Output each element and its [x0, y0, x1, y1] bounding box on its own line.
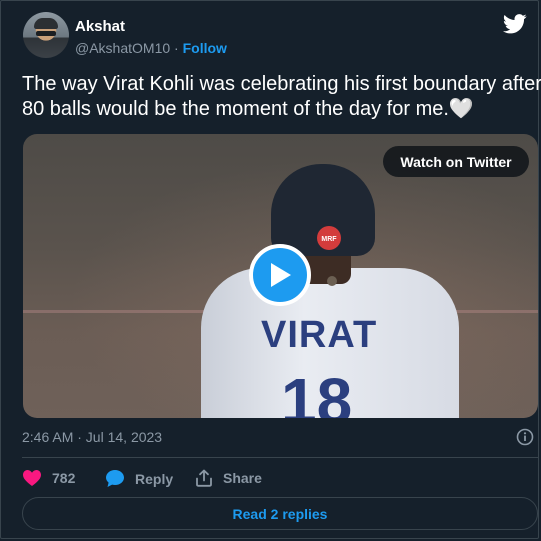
- read-replies-button[interactable]: Read 2 replies: [22, 497, 538, 530]
- tweet-text: The way Virat Kohli was celebrating his …: [22, 72, 541, 122]
- like-button[interactable]: 782: [22, 469, 75, 487]
- share-icon: [196, 469, 212, 487]
- tweet-timestamp[interactable]: 2:46 AM · Jul 14, 2023: [22, 429, 162, 445]
- share-button[interactable]: Share: [195, 469, 262, 487]
- author-handle-row: @AkshatOM10 · Follow: [75, 40, 227, 56]
- jersey-button: [327, 276, 337, 286]
- info-icon[interactable]: [516, 428, 534, 446]
- author-name[interactable]: Akshat: [75, 18, 125, 35]
- divider: [22, 457, 539, 458]
- tweet-actions: 782 Reply Share: [22, 469, 522, 489]
- tweet-text-line-2: 80 balls would be the moment of the day …: [22, 98, 474, 120]
- video-media[interactable]: MRF VIRAT 18 Watch on Twitter: [23, 134, 538, 418]
- tweet-card: Akshat @AkshatOM10 · Follow The way Vira…: [0, 0, 541, 539]
- reply-bubble-icon: [106, 470, 124, 487]
- watch-on-twitter-button[interactable]: Watch on Twitter: [383, 146, 529, 177]
- like-count: 782: [52, 470, 76, 486]
- tweet-header: Akshat @AkshatOM10 · Follow: [23, 12, 533, 60]
- reply-button[interactable]: Reply: [105, 469, 173, 488]
- jersey-number: 18: [281, 365, 353, 418]
- heart-icon: [23, 470, 41, 486]
- avatar-cap: [34, 18, 58, 29]
- follow-link[interactable]: Follow: [183, 40, 227, 56]
- reply-label: Reply: [135, 470, 174, 487]
- play-icon: [271, 263, 291, 287]
- player-figure: MRF VIRAT 18: [201, 164, 461, 418]
- avatar-sunglasses: [36, 31, 56, 36]
- jersey-name: VIRAT: [261, 314, 378, 356]
- helmet-logo: MRF: [317, 226, 341, 250]
- author-handle[interactable]: @AkshatOM10: [75, 40, 170, 56]
- avatar[interactable]: [23, 12, 69, 58]
- helmet-logo-text: MRF: [321, 236, 337, 243]
- handle-separator: ·: [170, 40, 183, 56]
- share-label: Share: [223, 470, 262, 486]
- twitter-bird-icon[interactable]: [503, 14, 527, 34]
- play-button[interactable]: [249, 244, 311, 306]
- tweet-text-line-1: The way Virat Kohli was celebrating his …: [22, 73, 541, 95]
